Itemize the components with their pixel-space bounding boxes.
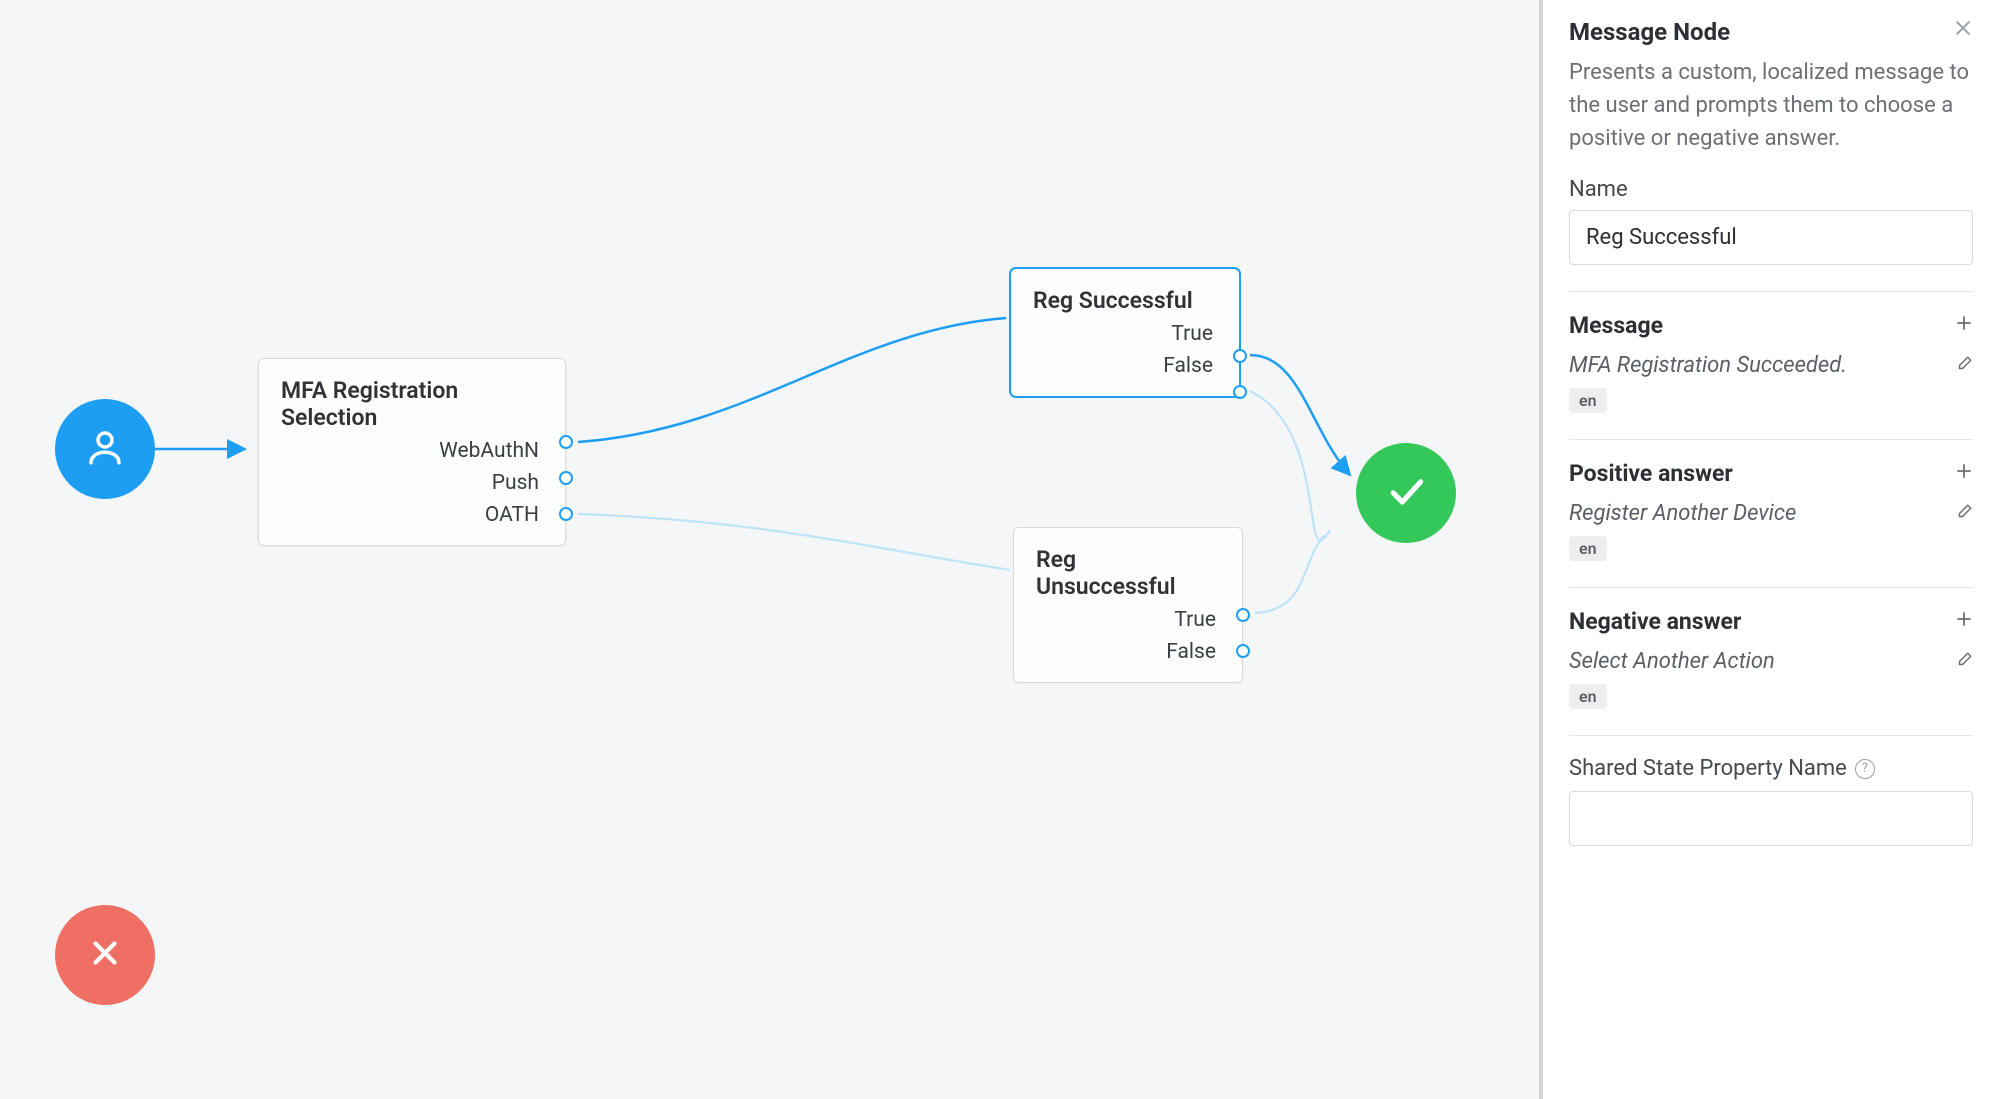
negative-section-title: Negative answer xyxy=(1569,608,1741,635)
port-webauthn[interactable] xyxy=(559,435,573,449)
start-node[interactable] xyxy=(55,399,155,499)
edit-negative-button[interactable] xyxy=(1955,651,1973,673)
person-icon xyxy=(84,426,126,472)
plus-icon xyxy=(1955,609,1973,634)
divider xyxy=(1569,735,1973,736)
node-reg-unsuccessful[interactable]: Reg Unsuccessful True False xyxy=(1013,527,1243,683)
failure-node[interactable] xyxy=(55,905,155,1005)
add-message-button[interactable] xyxy=(1955,314,1973,337)
panel-description: Presents a custom, localized message to … xyxy=(1569,56,1973,155)
positive-section-title: Positive answer xyxy=(1569,460,1733,487)
add-negative-button[interactable] xyxy=(1955,610,1973,633)
outcome-false[interactable]: False xyxy=(1036,640,1220,664)
outcome-push[interactable]: Push xyxy=(281,471,543,495)
port-oath[interactable] xyxy=(559,507,573,521)
flow-canvas[interactable]: MFA Registration Selection WebAuthN Push… xyxy=(0,0,1539,1099)
port-true[interactable] xyxy=(1236,608,1250,622)
name-label: Name xyxy=(1569,177,1973,202)
outcome-webauthn[interactable]: WebAuthN xyxy=(281,439,543,463)
outcome-false[interactable]: False xyxy=(1033,354,1217,378)
check-icon xyxy=(1384,469,1428,517)
pencil-icon xyxy=(1955,358,1973,377)
positive-value: Register Another Device xyxy=(1569,501,1796,526)
edge-layer xyxy=(0,0,1540,1099)
port-true[interactable] xyxy=(1233,349,1247,363)
shared-state-label: Shared State Property Name xyxy=(1569,756,1847,781)
port-false[interactable] xyxy=(1236,644,1250,658)
divider xyxy=(1569,439,1973,440)
edit-positive-button[interactable] xyxy=(1955,503,1973,525)
node-mfa-registration-selection[interactable]: MFA Registration Selection WebAuthN Push… xyxy=(258,358,566,546)
divider xyxy=(1569,587,1973,588)
properties-panel: Message Node Presents a custom, localize… xyxy=(1539,0,1999,1099)
edit-message-button[interactable] xyxy=(1955,355,1973,377)
edge-regsuccess-true-to-success xyxy=(1250,355,1350,475)
message-section-title: Message xyxy=(1569,312,1663,339)
node-reg-successful[interactable]: Reg Successful True False xyxy=(1010,268,1240,397)
outcome-oath[interactable]: OATH xyxy=(281,503,543,527)
plus-icon xyxy=(1955,313,1973,338)
node-title: Reg Successful xyxy=(1033,287,1217,314)
shared-state-input[interactable] xyxy=(1569,791,1973,846)
name-input[interactable] xyxy=(1569,210,1973,265)
divider xyxy=(1569,291,1973,292)
node-title: MFA Registration Selection xyxy=(281,377,543,431)
edge-regsuccess-false xyxy=(1250,391,1330,540)
port-false[interactable] xyxy=(1233,385,1247,399)
success-node[interactable] xyxy=(1356,443,1456,543)
edge-mfa-webauthn-to-regsuccess xyxy=(578,318,1006,442)
message-lang-badge: en xyxy=(1569,388,1607,413)
negative-value: Select Another Action xyxy=(1569,649,1775,674)
pencil-icon xyxy=(1955,506,1973,525)
help-icon[interactable]: ? xyxy=(1855,759,1875,779)
outcome-true[interactable]: True xyxy=(1036,608,1220,632)
plus-icon xyxy=(1955,461,1973,486)
port-push[interactable] xyxy=(559,471,573,485)
panel-close-button[interactable] xyxy=(1953,18,1973,43)
panel-title: Message Node xyxy=(1569,18,1730,46)
edge-regfail-true xyxy=(1255,535,1325,613)
edge-mfa-oath-to-regfail xyxy=(578,514,1010,570)
positive-lang-badge: en xyxy=(1569,536,1607,561)
close-icon xyxy=(1953,19,1973,44)
add-positive-button[interactable] xyxy=(1955,462,1973,485)
message-value: MFA Registration Succeeded. xyxy=(1569,353,1847,378)
close-icon xyxy=(86,934,124,976)
negative-lang-badge: en xyxy=(1569,684,1607,709)
outcome-true[interactable]: True xyxy=(1033,322,1217,346)
node-title: Reg Unsuccessful xyxy=(1036,546,1220,600)
pencil-icon xyxy=(1955,654,1973,673)
